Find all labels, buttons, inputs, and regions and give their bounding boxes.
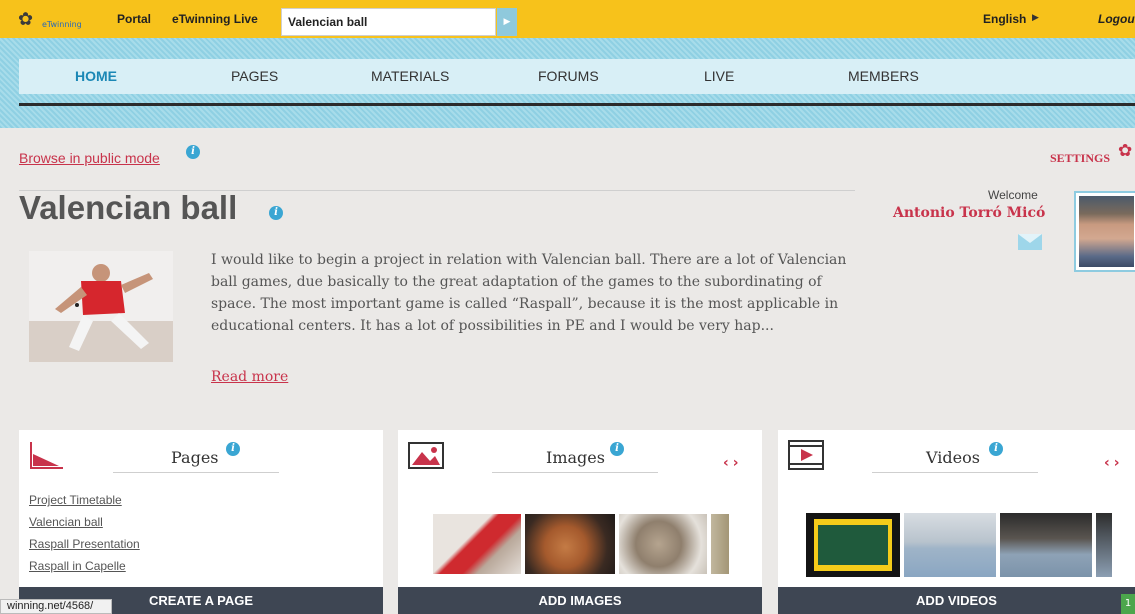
page-link-valencian-ball[interactable]: Valencian ball — [29, 515, 103, 529]
nav-members[interactable]: MEMBERS — [848, 68, 919, 84]
project-image — [29, 251, 173, 362]
corner-badge: 1 — [1121, 594, 1135, 614]
image-icon — [408, 442, 444, 469]
read-more-link[interactable]: Read more — [211, 369, 288, 385]
image-thumbnail[interactable] — [433, 514, 521, 574]
avatar[interactable] — [1074, 191, 1135, 272]
avatar-photo — [1079, 196, 1134, 267]
search-go-button[interactable]: ▶ — [497, 8, 517, 36]
logo-mark-icon: ✿ — [18, 9, 34, 30]
info-icon[interactable]: i — [186, 145, 200, 159]
welcome-label: Welcome — [988, 188, 1038, 202]
chalkboard — [818, 525, 888, 565]
add-videos-button[interactable]: ADD VIDEOS — [778, 587, 1135, 614]
chalkboard-frame — [814, 519, 892, 571]
main-nav: HOME PAGES MATERIALS FORUMS LIVE MEMBERS — [19, 59, 1135, 94]
logo-text: eTwinning — [42, 20, 82, 29]
top-bar: ✿ eTwinning Portal eTwinning Live Valenc… — [0, 0, 1135, 38]
page-link-raspall-in-capelle[interactable]: Raspall in Capelle — [29, 559, 126, 573]
video-icon — [788, 440, 824, 470]
card-title-underline — [492, 472, 658, 473]
info-icon[interactable]: i — [989, 442, 1003, 456]
nav-pages[interactable]: PAGES — [231, 68, 278, 84]
player-illustration — [29, 264, 173, 362]
image-thumbnail[interactable] — [525, 514, 615, 574]
images-carousel-arrows[interactable]: ‹› — [723, 455, 743, 471]
info-icon[interactable]: i — [269, 206, 283, 220]
image-thumbnail[interactable] — [711, 514, 729, 574]
project-description: I would like to begin a project in relat… — [211, 252, 847, 334]
nav-area: HOME PAGES MATERIALS FORUMS LIVE MEMBERS — [0, 38, 1135, 128]
nav-materials[interactable]: MATERIALS — [371, 68, 449, 84]
browse-public-link[interactable]: Browse in public mode — [19, 150, 160, 166]
videos-carousel-arrows[interactable]: ‹› — [1104, 455, 1124, 471]
nav-forums[interactable]: FORUMS — [538, 68, 599, 84]
user-name-link[interactable]: Antonio Torró Micó — [893, 205, 1045, 221]
nav-divider — [19, 103, 1135, 106]
nav-home[interactable]: HOME — [75, 68, 117, 84]
page-link-project-timetable[interactable]: Project Timetable — [29, 493, 122, 507]
nav-live[interactable]: LIVE — [704, 68, 734, 84]
videos-card: Videos i ‹› ADD VIDEOS — [778, 430, 1135, 614]
settings-link[interactable]: SETTINGS — [1050, 151, 1110, 166]
gear-icon[interactable]: ✿ — [1118, 141, 1132, 161]
portal-link[interactable]: Portal — [117, 12, 151, 26]
video-thumbnail[interactable] — [904, 513, 996, 577]
video-thumbnail[interactable] — [1000, 513, 1092, 577]
images-card-title: Images — [546, 448, 605, 467]
add-images-button[interactable]: ADD IMAGES — [398, 587, 762, 614]
etwinning-live-link[interactable]: eTwinning Live — [172, 12, 258, 26]
language-arrow-icon: ▶ — [1032, 13, 1039, 23]
logout-link[interactable]: Logout — [1098, 12, 1135, 26]
browser-status-url: winning.net/4568/ — [0, 599, 112, 614]
page-link-raspall-presentation[interactable]: Raspall Presentation — [29, 537, 140, 551]
pages-card-title: Pages — [171, 448, 219, 467]
page-title: Valencian ball — [19, 189, 238, 226]
card-title-underline — [113, 472, 279, 473]
pages-card: Pages i Project Timetable Valencian ball… — [19, 430, 383, 614]
video-thumbnail[interactable] — [806, 513, 900, 577]
video-thumbnail[interactable] — [1096, 513, 1112, 577]
info-icon[interactable]: i — [610, 442, 624, 456]
card-title-underline — [872, 472, 1038, 473]
mail-icon[interactable] — [1018, 234, 1042, 250]
etwinning-logo[interactable]: ✿ eTwinning — [14, 8, 98, 34]
page-icon — [30, 442, 63, 469]
info-icon[interactable]: i — [226, 442, 240, 456]
videos-card-title: Videos — [926, 448, 980, 467]
images-card: Images i ‹› ADD IMAGES — [398, 430, 762, 614]
project-search-field[interactable]: Valencian ball — [281, 8, 496, 36]
image-thumbnail[interactable] — [619, 514, 707, 574]
language-selector[interactable]: English — [983, 12, 1026, 26]
